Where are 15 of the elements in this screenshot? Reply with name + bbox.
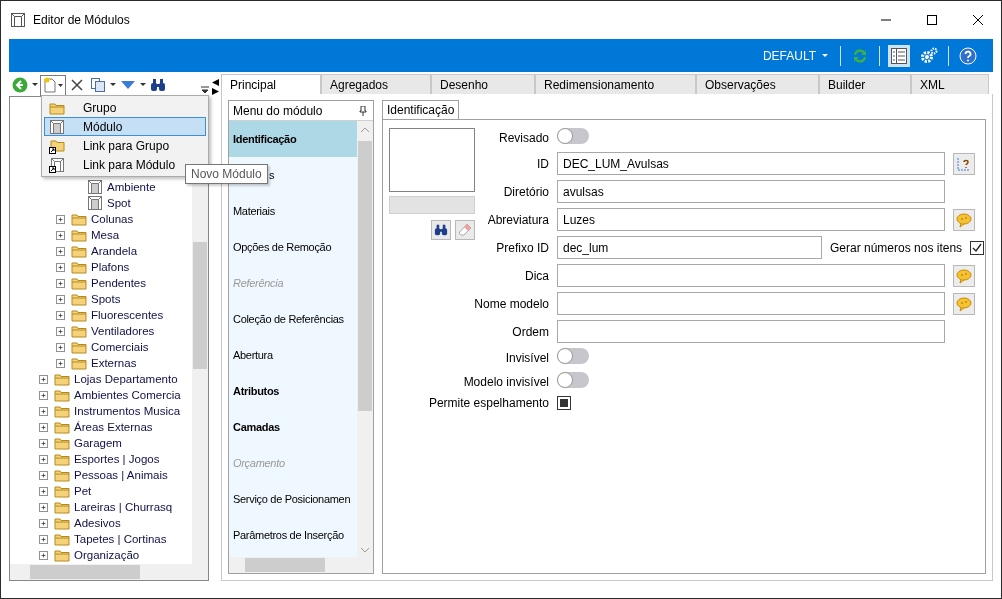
field-label: Permite espelhamento — [427, 396, 549, 410]
field-label: ID — [536, 156, 549, 171]
tooltip: Novo Módulo — [185, 164, 268, 184]
field-label: Modelo invisível — [462, 374, 549, 389]
field-label: Prefixo ID — [495, 240, 549, 255]
window-title: Editor de Módulos — [33, 13, 130, 27]
field-label: Diretório — [502, 184, 549, 199]
field-label: Ordem — [511, 324, 549, 339]
checkbox-label: Gerar números nos itens — [830, 240, 963, 255]
field-label: Abreviatura — [486, 212, 549, 227]
panel-title: Menu do módulo — [233, 103, 323, 118]
field-label: Invisível — [504, 350, 549, 365]
field-label: Revisado — [497, 130, 549, 145]
field-label: Dica — [524, 268, 549, 283]
field-label: Nome modelo — [473, 296, 549, 311]
